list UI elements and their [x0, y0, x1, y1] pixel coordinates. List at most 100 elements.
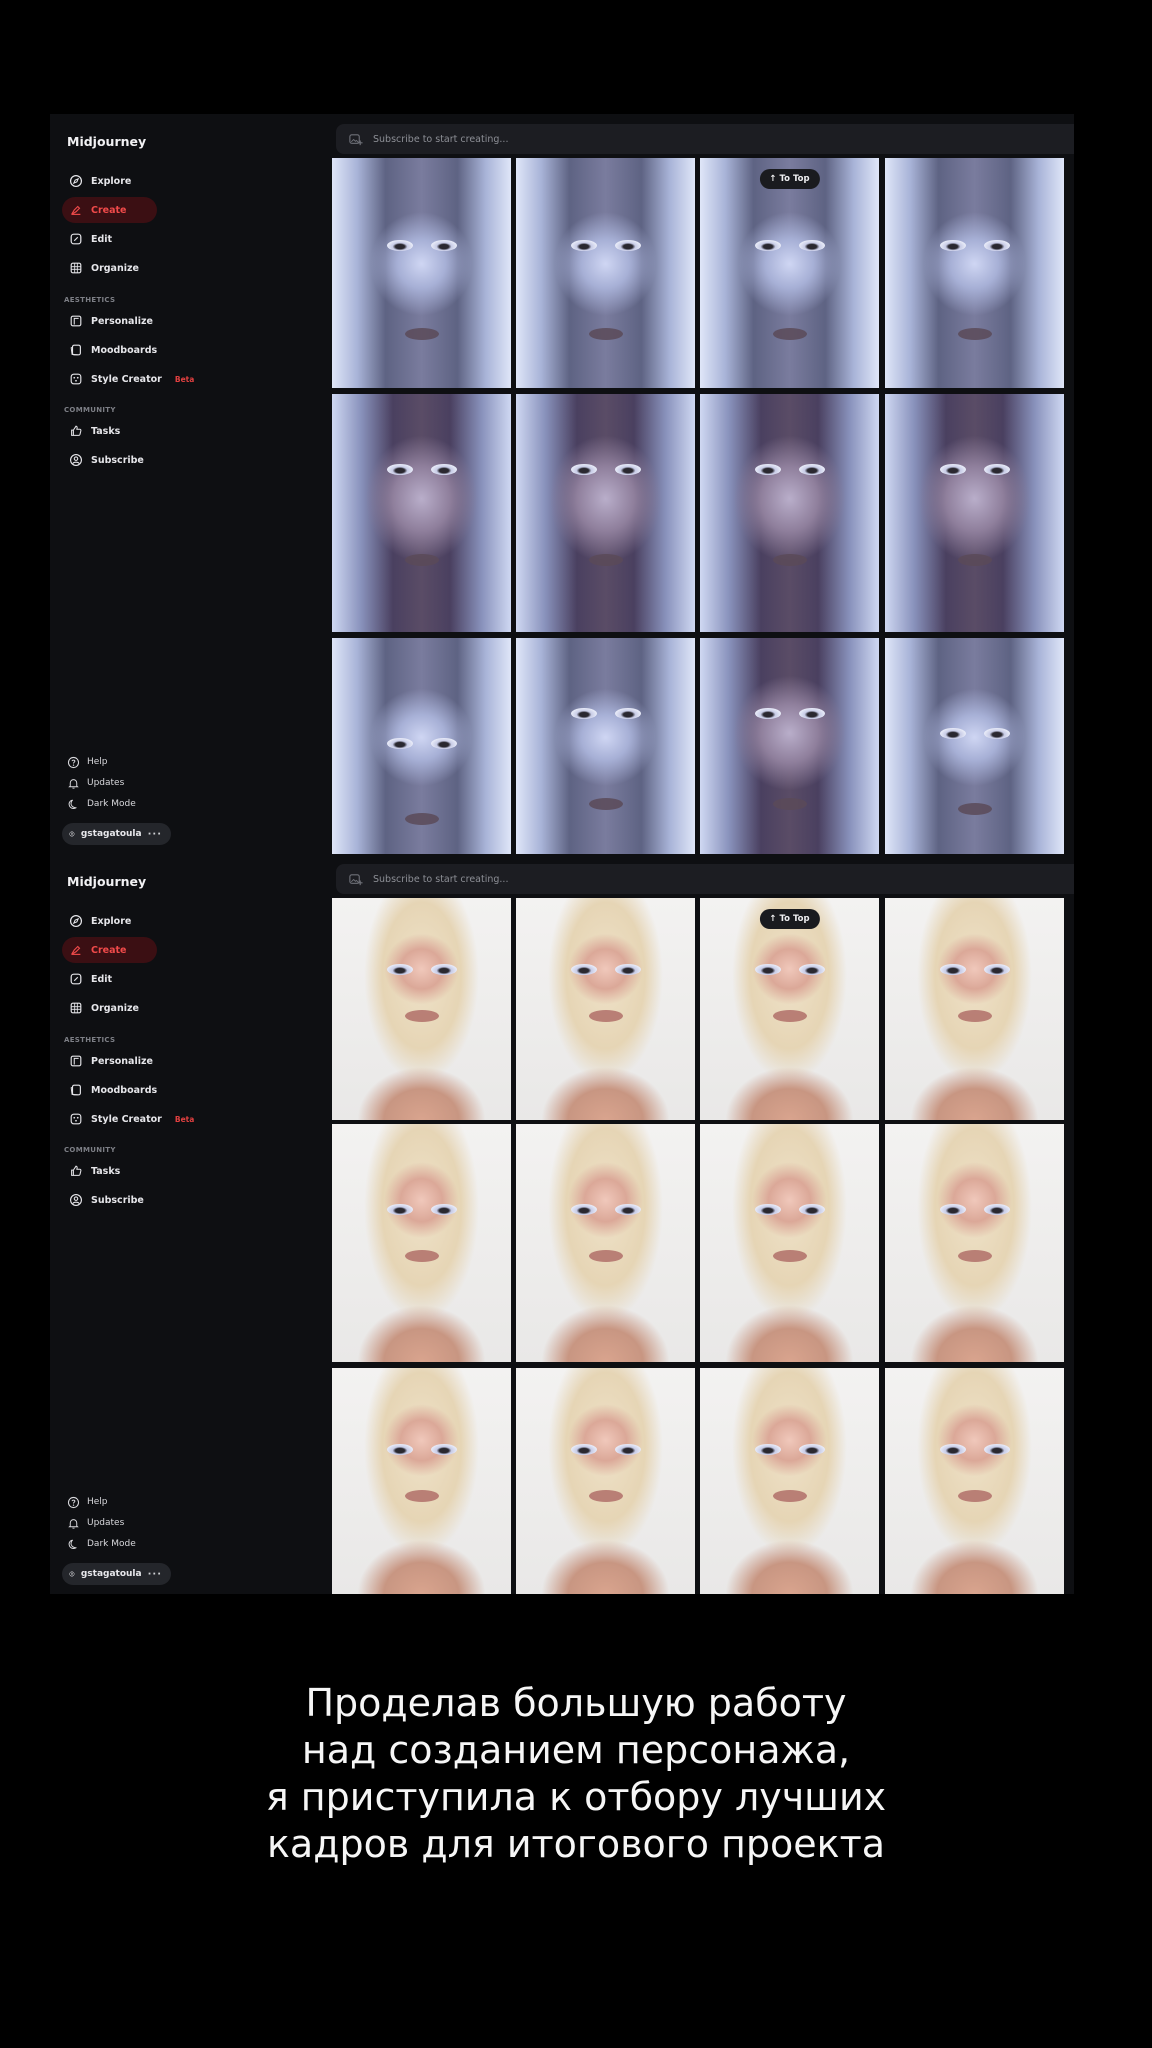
section-community: COMMUNITY: [64, 1146, 116, 1154]
bell-icon: [68, 778, 79, 789]
footer-help[interactable]: Help: [67, 1494, 108, 1510]
help-icon: [67, 756, 80, 768]
brush-icon: [69, 203, 83, 217]
footer-dark-mode[interactable]: Dark Mode: [67, 796, 136, 812]
image-tile[interactable]: ↑ To Top: [700, 898, 879, 1120]
nav-explore[interactable]: Explore: [62, 168, 131, 194]
video-caption: Проделав большую работу над созданием пе…: [0, 1680, 1152, 1868]
nav-organize-label: Organize: [91, 1002, 139, 1014]
image-tile[interactable]: ↑ To Top: [700, 158, 879, 388]
image-tile[interactable]: [885, 1124, 1064, 1362]
beta-badge: Beta: [174, 374, 195, 384]
nav-edit[interactable]: Edit: [62, 966, 112, 992]
user-menu[interactable]: gstagatoula ···: [62, 1563, 171, 1585]
moon-icon: [68, 799, 77, 809]
username: gstagatoula: [80, 1569, 142, 1579]
moodboard-icon: [69, 1083, 83, 1097]
nav-style-creator-label: Style Creator: [91, 1113, 162, 1125]
prompt-placeholder: Subscribe to start creating...: [373, 133, 509, 145]
edit-icon: [69, 232, 83, 246]
image-tile[interactable]: [516, 1124, 695, 1362]
section-community: COMMUNITY: [64, 406, 116, 414]
image-tile[interactable]: [516, 1368, 695, 1594]
image-tile[interactable]: [885, 898, 1064, 1120]
footer-help-label: Help: [87, 757, 108, 767]
beta-badge: Beta: [174, 1114, 195, 1124]
nav-edit-label: Edit: [91, 973, 113, 985]
image-tile[interactable]: [885, 158, 1064, 388]
image-tile[interactable]: [332, 898, 511, 1120]
nav-create-label: Create: [91, 944, 127, 956]
to-top-button[interactable]: ↑ To Top: [759, 909, 820, 929]
compass-icon: [69, 174, 83, 188]
footer-dark-mode[interactable]: Dark Mode: [67, 1536, 136, 1552]
section-aesthetics: AESTHETICS: [64, 1036, 116, 1044]
nav-organize[interactable]: Organize: [62, 995, 139, 1021]
to-top-button[interactable]: ↑ To Top: [759, 169, 820, 189]
nav-subscribe[interactable]: Subscribe: [62, 447, 144, 473]
footer-updates-label: Updates: [87, 778, 125, 788]
image-tile[interactable]: [700, 1368, 879, 1594]
username: gstagatoula: [80, 829, 142, 839]
image-tile[interactable]: [700, 1124, 879, 1362]
image-tile[interactable]: [885, 1368, 1064, 1594]
image-tile[interactable]: [885, 394, 1064, 632]
to-top-label: To Top: [779, 174, 810, 184]
nav-edit[interactable]: Edit: [62, 226, 112, 252]
image-tile[interactable]: [332, 1368, 511, 1594]
image-tile[interactable]: [516, 898, 695, 1120]
footer-updates[interactable]: Updates: [67, 775, 124, 791]
palette-icon: [69, 372, 83, 386]
nav-tasks[interactable]: Tasks: [62, 418, 120, 444]
app-logo[interactable]: Midjourney: [67, 874, 146, 889]
footer-updates[interactable]: Updates: [67, 1515, 124, 1531]
nav-subscribe[interactable]: Subscribe: [62, 1187, 144, 1213]
nav-moodboards-label: Moodboards: [91, 1084, 158, 1096]
more-options-icon[interactable]: ···: [148, 829, 162, 840]
footer-help[interactable]: Help: [67, 754, 108, 770]
image-tile[interactable]: [332, 638, 511, 854]
nav-explore-label: Explore: [91, 915, 132, 927]
nav-subscribe-label: Subscribe: [91, 1194, 144, 1206]
personalize-icon: [69, 1054, 83, 1068]
image-tile[interactable]: [700, 394, 879, 632]
sidebar: Midjourney Explore Create Edit Organize …: [50, 854, 330, 1594]
footer-help-label: Help: [87, 1497, 108, 1507]
nav-moodboards[interactable]: Moodboards: [62, 337, 157, 363]
image-tile[interactable]: [700, 638, 879, 854]
footer-updates-label: Updates: [87, 1518, 125, 1528]
nav-personalize[interactable]: Personalize: [62, 308, 153, 334]
sidebar: Midjourney Explore Create Edit Organize …: [50, 114, 330, 854]
nav-tasks-label: Tasks: [91, 425, 121, 437]
user-menu[interactable]: gstagatoula ···: [62, 823, 171, 845]
more-options-icon[interactable]: ···: [148, 1569, 162, 1580]
nav-create[interactable]: Create: [62, 197, 157, 223]
prompt-placeholder: Subscribe to start creating...: [373, 873, 509, 885]
image-tile[interactable]: [516, 638, 695, 854]
user-avatar-icon: [69, 831, 75, 837]
prompt-input[interactable]: Subscribe to start creating...: [336, 864, 1074, 894]
image-tile[interactable]: [332, 394, 511, 632]
nav-moodboards[interactable]: Moodboards: [62, 1077, 157, 1103]
image-tile[interactable]: [332, 1124, 511, 1362]
nav-tasks[interactable]: Tasks: [62, 1158, 120, 1184]
moon-icon: [68, 1539, 77, 1549]
nav-style-creator[interactable]: Style Creator Beta: [62, 1106, 194, 1132]
image-tile[interactable]: [332, 158, 511, 388]
caption-line: Проделав большую работу: [305, 1681, 847, 1725]
brush-icon: [69, 943, 83, 957]
app-logo[interactable]: Midjourney: [67, 134, 146, 149]
prompt-input[interactable]: Subscribe to start creating...: [336, 124, 1074, 154]
nav-personalize[interactable]: Personalize: [62, 1048, 153, 1074]
palette-icon: [69, 1112, 83, 1126]
image-tile[interactable]: [516, 158, 695, 388]
user-circle-icon: [69, 453, 83, 467]
nav-subscribe-label: Subscribe: [91, 454, 144, 466]
nav-style-creator[interactable]: Style Creator Beta: [62, 366, 194, 392]
nav-create[interactable]: Create: [62, 937, 157, 963]
nav-organize[interactable]: Organize: [62, 255, 139, 281]
nav-explore[interactable]: Explore: [62, 908, 131, 934]
image-tile[interactable]: [885, 638, 1064, 854]
image-tile[interactable]: [516, 394, 695, 632]
app-window-1: Midjourney Explore Create Edit Organize …: [50, 114, 1074, 854]
